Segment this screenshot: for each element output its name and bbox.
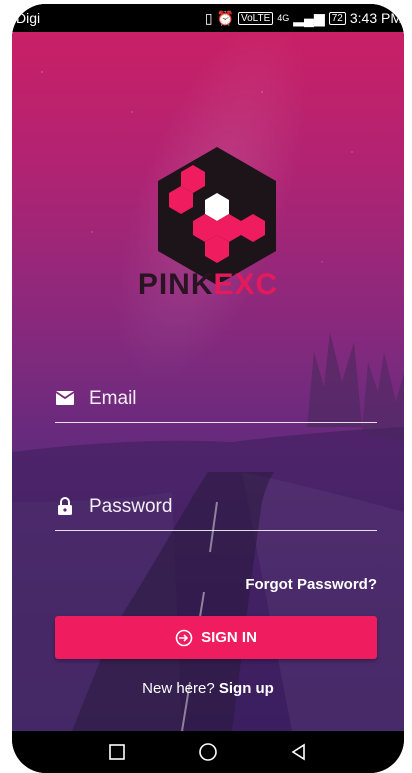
new-here-text: New here? <box>142 680 215 697</box>
system-nav-bar <box>12 731 404 773</box>
recents-square-icon <box>109 744 126 760</box>
sign-up-link[interactable]: Sign up <box>219 680 274 697</box>
alarm-icon: ⏰ <box>216 10 234 26</box>
pinkexc-logo-icon <box>158 147 276 285</box>
back-triangle-icon <box>291 743 305 761</box>
volte-badge: VoLTE <box>237 11 274 25</box>
home-button[interactable] <box>194 738 222 766</box>
signal-icon: ▂▄▆ <box>293 10 325 26</box>
mail-icon <box>55 391 75 405</box>
login-arrow-icon <box>175 629 193 646</box>
lock-icon <box>58 497 72 515</box>
email-field <box>55 374 377 423</box>
phone-frame: Digi ▯ ⏰ VoLTE 4G ▂▄▆ 72 3:43 PM PINKEXC… <box>12 4 404 773</box>
brand-part-pink: PINK <box>137 268 214 301</box>
email-input[interactable] <box>87 382 371 416</box>
brand-wordmark: PINKEXC <box>12 268 404 302</box>
home-circle-icon <box>199 743 217 761</box>
brand-part-exc: EXC <box>213 268 279 301</box>
carrier-name: Digi <box>16 10 41 26</box>
sign-in-label: SIGN IN <box>201 629 257 646</box>
clock: 3:43 PM <box>349 10 402 26</box>
password-input[interactable] <box>87 490 371 524</box>
status-icons: ▯ ⏰ VoLTE 4G ▂▄▆ 72 3:43 PM <box>205 4 402 32</box>
status-bar: Digi ▯ ⏰ VoLTE 4G ▂▄▆ 72 3:43 PM <box>12 4 404 32</box>
password-field <box>55 482 377 531</box>
battery-level: 72 <box>328 11 346 25</box>
sign-in-button[interactable]: SIGN IN <box>55 616 377 659</box>
back-button[interactable] <box>285 738 313 766</box>
login-screen: PINKEXC Forgot Password? SIGN IN <box>12 32 404 731</box>
forgot-password-link[interactable]: Forgot Password? <box>245 576 377 593</box>
recents-button[interactable] <box>103 738 131 766</box>
vibrate-icon: ▯ <box>204 10 213 26</box>
network-type: 4G <box>277 13 290 23</box>
signup-prompt: New here? Sign up <box>12 680 404 697</box>
